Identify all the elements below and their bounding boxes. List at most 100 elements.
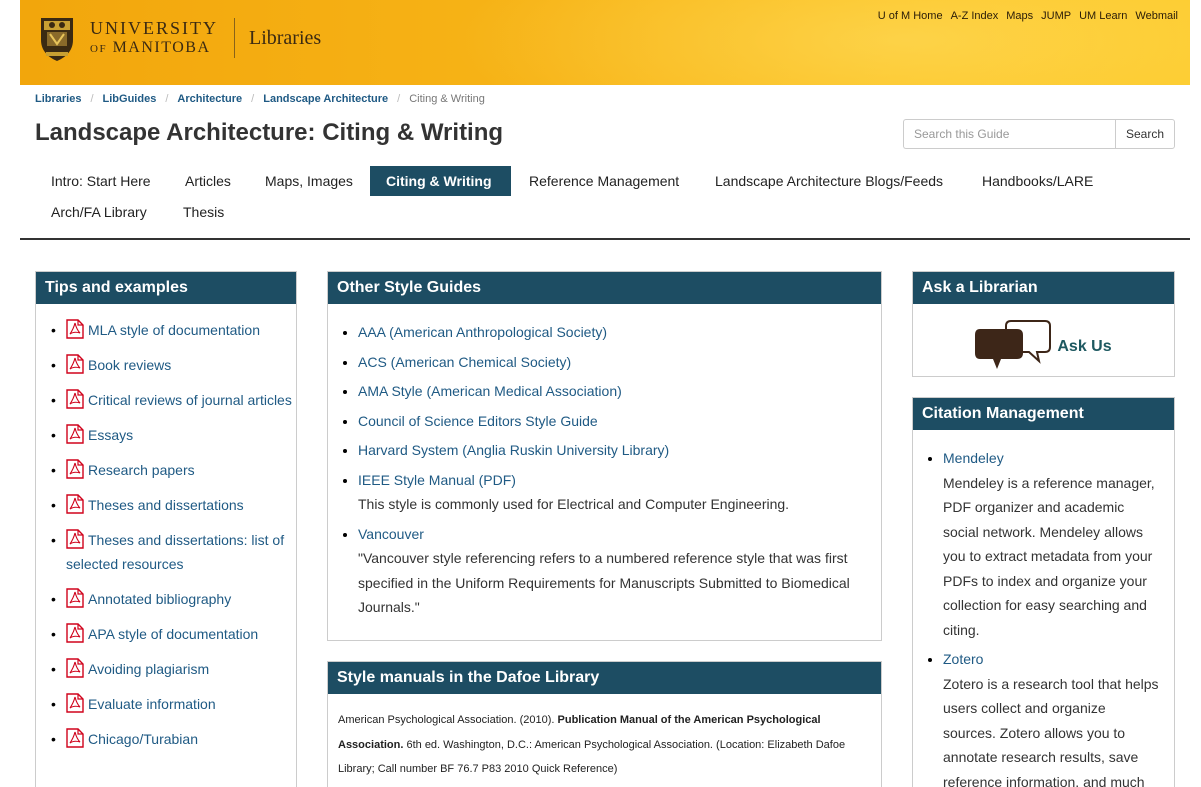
tip-link[interactable]: Avoiding plagiarism [88,661,209,677]
citation-tool-item: Zotero Zotero is a research tool that hel… [943,647,1162,787]
other-guides-list: AAA (American Anthropological Society) AC… [328,304,881,620]
page-title: Landscape Architecture: Citing & Writing [35,119,504,146]
style-guide-item: Vancouver "Vancouver style referencing re… [358,522,861,620]
breadcrumb-libguides[interactable]: LibGuides [103,93,157,105]
citation-management-box: Citation Management Mendeley Mendeley is … [912,397,1175,787]
citation-tool-link[interactable]: Mendeley [943,450,1004,466]
libraries-label: Libraries [249,26,322,49]
university-line1: UNIVERSITY [90,17,218,38]
search-button[interactable]: Search [1115,119,1175,149]
tip-item: APA style of documentation [51,622,296,646]
chat-bubbles-icon [975,320,1052,369]
tip-item: MLA style of documentation [51,318,296,342]
search-input[interactable] [903,119,1115,149]
top-link-jump[interactable]: JUMP [1041,10,1071,22]
top-link-webmail[interactable]: Webmail [1135,10,1178,22]
guide-search: Search [903,119,1175,149]
style-guide-item: Council of Science Editors Style Guide [358,409,861,434]
tab-intro[interactable]: Intro: Start Here [35,166,167,196]
university-logo[interactable]: UNIVERSITY OF MANITOBA Libraries [38,14,321,62]
style-guide-link[interactable]: AMA Style (American Medical Association) [358,383,622,399]
breadcrumb-landscape-architecture[interactable]: Landscape Architecture [263,93,388,105]
tip-item: Book reviews [51,353,296,377]
tip-item: Evaluate information [51,692,296,716]
logo-divider [234,18,235,58]
style-guide-description: "Vancouver style referencing refers to a… [358,550,850,615]
pdf-icon [66,494,84,514]
citation-management-list: Mendeley Mendeley is a reference manager,… [913,430,1174,787]
tip-link[interactable]: Critical reviews of journal articles [88,392,292,408]
tab-arch-fa-library[interactable]: Arch/FA Library [35,197,163,227]
citation-tool-description: Mendeley is a reference manager, PDF org… [943,474,1155,638]
pdf-icon [66,623,84,643]
citation-details: 6th ed. Washington, D.C.: American Psych… [338,738,846,776]
tip-link[interactable]: APA style of documentation [88,626,258,642]
pdf-icon [66,529,84,549]
other-guides-box: Other Style Guides AAA (American Anthrop… [327,271,882,641]
university-name: UNIVERSITY OF MANITOBA [90,18,218,59]
tip-link[interactable]: Evaluate information [88,696,216,712]
top-link-um-home[interactable]: U of M Home [878,10,943,22]
tab-maps-images[interactable]: Maps, Images [249,166,369,196]
breadcrumb-libraries[interactable]: Libraries [35,93,81,105]
top-link-az-index[interactable]: A-Z Index [951,10,999,22]
tip-item: Avoiding plagiarism [51,657,296,681]
tab-reference-management[interactable]: Reference Management [513,166,695,196]
site-header: UNIVERSITY OF MANITOBA Libraries U of M … [20,0,1190,85]
style-guide-description: This style is commonly used for Electric… [358,496,790,512]
tip-item: Theses and dissertations: list of select… [51,528,296,576]
ask-us-widget[interactable]: Ask Us [913,304,1174,376]
pdf-icon [66,354,84,374]
style-guide-link[interactable]: ACS (American Chemical Society) [358,354,571,370]
tab-articles[interactable]: Articles [169,166,247,196]
breadcrumb-architecture[interactable]: Architecture [177,93,242,105]
tip-item: Essays [51,423,296,447]
tip-item: Theses and dissertations [51,493,296,517]
tip-link[interactable]: Research papers [88,462,195,478]
tabs-rule [20,238,1190,240]
style-guide-item: AMA Style (American Medical Association) [358,379,861,404]
tab-handbooks-lare[interactable]: Handbooks/LARE [966,166,1109,196]
breadcrumb-separator: / [90,93,94,105]
style-guide-item: ACS (American Chemical Society) [358,350,861,375]
style-guide-link[interactable]: Harvard System (Anglia Ruskin University… [358,442,669,458]
style-guide-link[interactable]: IEEE Style Manual (PDF) [358,472,516,488]
breadcrumb: Libraries / LibGuides / Architecture / L… [35,93,485,105]
tip-link[interactable]: Theses and dissertations [88,497,244,513]
citation-tool-link[interactable]: Zotero [943,651,983,667]
tip-link[interactable]: Theses and dissertations: list of select… [66,532,284,572]
top-link-um-learn[interactable]: UM Learn [1079,10,1127,22]
style-guide-item: AAA (American Anthropological Society) [358,320,861,345]
pdf-icon [66,728,84,748]
tip-link[interactable]: Book reviews [88,357,171,373]
dafoe-title: Style manuals in the Dafoe Library [328,662,881,694]
pdf-icon [66,693,84,713]
pdf-icon [66,588,84,608]
breadcrumb-current: Citing & Writing [409,93,485,105]
style-guide-link[interactable]: Council of Science Editors Style Guide [358,413,598,429]
top-links: U of M Home A-Z Index Maps JUMP UM Learn… [878,10,1178,22]
dafoe-box: Style manuals in the Dafoe Library Ameri… [327,661,882,787]
tab-thesis[interactable]: Thesis [167,197,240,227]
tip-link[interactable]: MLA style of documentation [88,322,260,338]
university-line2-wrap: OF MANITOBA [90,38,218,59]
tip-item: Annotated bibliography [51,587,296,611]
tab-citing-writing[interactable]: Citing & Writing [370,166,511,196]
crest-icon [41,18,73,61]
tip-link[interactable]: Annotated bibliography [88,591,231,607]
citation-author: American Psychological Association. (201… [338,714,555,726]
tip-item: Critical reviews of journal articles [51,388,296,412]
tip-link[interactable]: Chicago/Turabian [88,731,198,747]
top-link-maps[interactable]: Maps [1006,10,1033,22]
ask-us-link[interactable]: Ask Us [1057,338,1111,356]
breadcrumb-separator: / [165,93,169,105]
citation-management-title: Citation Management [913,398,1174,430]
style-guide-link[interactable]: Vancouver [358,526,424,542]
tips-title: Tips and examples [36,272,296,304]
pdf-icon [66,319,84,339]
tab-blogs-feeds[interactable]: Landscape Architecture Blogs/Feeds [699,166,959,196]
university-of: OF [90,42,108,55]
tip-link[interactable]: Essays [88,427,133,443]
pdf-icon [66,459,84,479]
style-guide-link[interactable]: AAA (American Anthropological Society) [358,324,607,340]
